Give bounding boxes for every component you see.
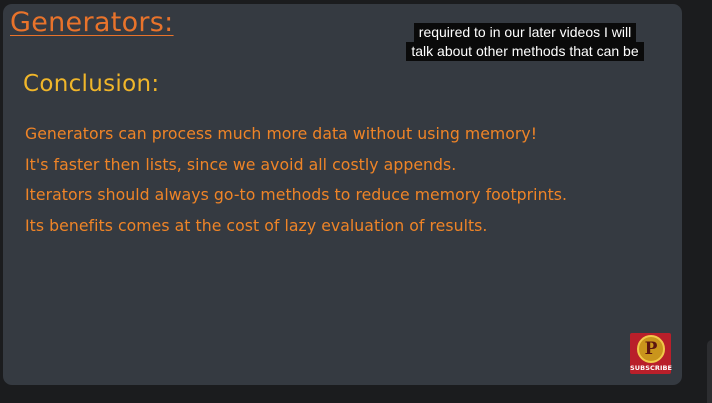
slide-title: Generators: [10, 7, 174, 38]
video-frame: Generators: Conclusion: Generators can p… [0, 0, 712, 403]
list-item: Generators can process much more data wi… [25, 124, 538, 143]
subscribe-button[interactable]: P SUBSCRIBE [630, 333, 673, 374]
section-heading: Conclusion: [23, 71, 160, 97]
channel-logo-icon: P [637, 335, 665, 363]
list-item: It's faster then lists, since we avoid a… [25, 154, 457, 174]
conclusion-list: Generators can process much more data wi… [25, 119, 567, 241]
caption-line-2: talk about other methods that can be [406, 42, 644, 61]
subscribe-label: SUBSCRIBE [630, 364, 673, 372]
video-caption: required to in our later videos I will t… [382, 23, 668, 61]
list-item: Its benefits comes at the cost of lazy e… [25, 215, 488, 235]
side-panel-edge [707, 340, 712, 403]
presentation-slide: Generators: Conclusion: Generators can p… [3, 4, 682, 385]
caption-line-1: required to in our later videos I will [413, 23, 637, 42]
list-item: Iterators should always go-to methods to… [25, 185, 568, 204]
